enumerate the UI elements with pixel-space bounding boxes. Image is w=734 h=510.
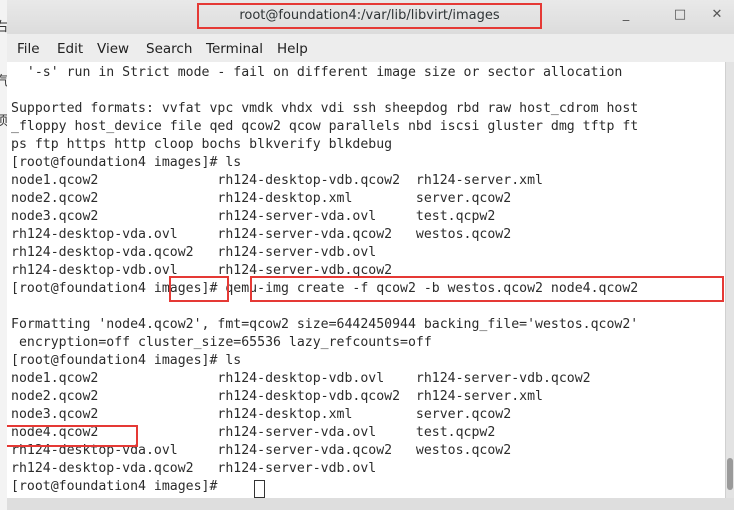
terminal-cursor <box>254 480 265 498</box>
bg-glyph: 项 <box>0 114 7 129</box>
terminal-line: node1.qcow2 rh124-desktop-vdb.qcow2 rh12… <box>11 173 543 188</box>
terminal-line: Formatting 'node4.qcow2', fmt=qcow2 size… <box>11 317 639 332</box>
terminal-window: root@foundation4:/var/lib/libvirt/images… <box>7 0 734 510</box>
terminal-line: rh124-desktop-vda.ovl rh124-server-vda.q… <box>11 443 512 458</box>
terminal-line: rh124-desktop-vdb.ovl rh124-server-vdb.q… <box>11 263 393 278</box>
title-bar[interactable]: root@foundation4:/var/lib/libvirt/images… <box>7 0 734 34</box>
terminal-line: '-s' run in Strict mode - fail on differ… <box>11 65 623 80</box>
bg-glyph: 汽 <box>0 74 7 89</box>
maximize-icon[interactable]: □ <box>671 6 689 24</box>
terminal-line: _floppy host_device file qed qcow2 qcow … <box>11 119 639 134</box>
terminal-line: [root@foundation4 images]# qemu-img crea… <box>11 281 639 296</box>
menu-bar: File Edit View Search Terminal Help <box>7 36 734 62</box>
terminal-line: [root@foundation4 images]# ls <box>11 155 242 170</box>
terminal-line: node3.qcow2 rh124-desktop.xml server.qco… <box>11 407 512 422</box>
terminal-line: node4.qcow2 rh124-server-vda.ovl test.qc… <box>11 425 496 440</box>
terminal-line: node3.qcow2 rh124-server-vda.ovl test.qc… <box>11 209 496 224</box>
menu-help[interactable]: Help <box>277 41 308 57</box>
menu-file[interactable]: File <box>17 41 40 57</box>
terminal-line: node1.qcow2 rh124-desktop-vdb.ovl rh124-… <box>11 371 591 386</box>
menu-terminal[interactable]: Terminal <box>206 41 263 57</box>
bg-glyph: 右 <box>0 20 7 35</box>
menu-view[interactable]: View <box>97 41 129 57</box>
menu-edit[interactable]: Edit <box>57 41 83 57</box>
terminal-line: rh124-desktop-vda.qcow2 rh124-server-vdb… <box>11 461 377 476</box>
menu-search[interactable]: Search <box>146 41 192 57</box>
window-bottom-edge <box>7 498 734 510</box>
terminal-line: node2.qcow2 rh124-desktop.xml server.qco… <box>11 191 512 206</box>
terminal-line: encryption=off cluster_size=65536 lazy_r… <box>11 335 432 350</box>
terminal-line: [root@foundation4 images]# ls <box>11 353 242 368</box>
terminal-line: rh124-desktop-vda.ovl rh124-server-vda.q… <box>11 227 512 242</box>
terminal-line: node2.qcow2 rh124-desktop-vdb.qcow2 rh12… <box>11 389 543 404</box>
scrollbar-thumb[interactable] <box>727 458 733 490</box>
vertical-scrollbar[interactable] <box>725 62 734 498</box>
terminal-line: Supported formats: vvfat vpc vmdk vhdx v… <box>11 101 639 116</box>
window-title: root@foundation4:/var/lib/libvirt/images <box>197 3 542 29</box>
close-icon[interactable]: ✕ <box>708 6 726 24</box>
terminal-line: ps ftp https http cloop bochs blkverify … <box>11 137 393 152</box>
background-window-edge: 右 汽 项 <box>0 0 7 510</box>
terminal-prompt-line: [root@foundation4 images]# <box>11 479 226 494</box>
minimize-icon[interactable]: _ <box>617 6 635 24</box>
terminal-line: rh124-desktop-vda.qcow2 rh124-server-vdb… <box>11 245 377 260</box>
terminal-output[interactable]: '-s' run in Strict mode - fail on differ… <box>7 62 725 498</box>
